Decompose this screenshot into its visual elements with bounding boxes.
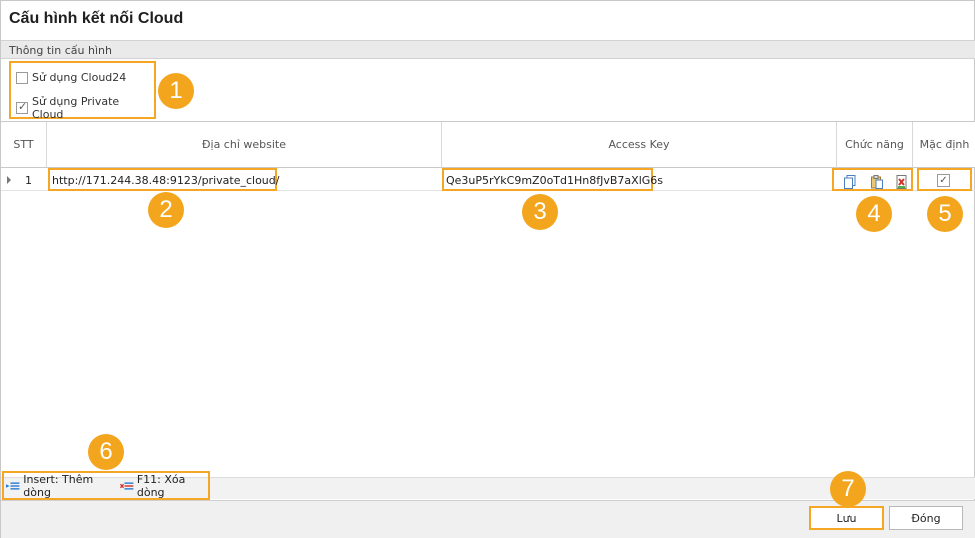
section-header: Thông tin cấu hình xyxy=(1,40,975,59)
callout-badge-3: 3 xyxy=(522,194,558,230)
option-cloud24[interactable]: Sử dụng Cloud24 xyxy=(16,71,126,84)
delete-icon[interactable] xyxy=(896,175,908,189)
insert-row-icon xyxy=(6,481,20,490)
private-cloud-checkbox[interactable] xyxy=(16,100,28,114)
website-input[interactable]: http://171.244.38.48:9123/private_cloud/ xyxy=(52,169,279,191)
cloud24-checkbox[interactable] xyxy=(16,71,28,84)
column-header-access-key[interactable]: Access Key xyxy=(442,122,837,168)
option-cloud24-label: Sử dụng Cloud24 xyxy=(32,71,127,84)
delete-row-button[interactable]: F11: Xóa dòng xyxy=(119,472,208,499)
column-header-website[interactable]: Địa chỉ website xyxy=(47,122,442,168)
save-button[interactable]: Lưu xyxy=(809,506,884,530)
access-key-input[interactable]: Qe3uP5rYkC9mZ0oTd1Hn8fJvB7aXlG6s xyxy=(446,169,663,191)
option-private-cloud[interactable]: Sử dụng Private Cloud xyxy=(16,95,154,121)
default-checkbox[interactable]: ✓ xyxy=(937,174,950,187)
config-window: Cấu hình kết nối Cloud Thông tin cấu hìn… xyxy=(0,0,975,538)
insert-row-button[interactable]: Insert: Thêm dòng xyxy=(6,473,114,499)
callout-badge-6: 6 xyxy=(88,434,124,470)
callout-badge-1: 1 xyxy=(158,73,194,109)
grid-tools-box: Insert: Thêm dòng F11: Xóa dòng xyxy=(2,471,210,500)
column-header-stt[interactable]: STT xyxy=(1,122,47,168)
delete-row-icon xyxy=(119,481,133,490)
callout-badge-7: 7 xyxy=(830,471,866,507)
callout-badge-4: 4 xyxy=(856,196,892,232)
row-indicator-icon xyxy=(7,176,11,184)
insert-row-label: Insert: Thêm dòng xyxy=(23,472,94,499)
column-header-functions[interactable]: Chức năng xyxy=(837,122,913,168)
window-title: Cấu hình kết nối Cloud xyxy=(9,10,184,27)
copy-icon[interactable] xyxy=(844,175,856,189)
delete-row-label: F11: Xóa dòng xyxy=(136,472,186,499)
close-button[interactable]: Đóng xyxy=(889,506,963,530)
column-header-default[interactable]: Mặc định xyxy=(913,122,975,168)
callout-badge-5: 5 xyxy=(927,196,963,232)
callout-badge-2: 2 xyxy=(148,192,184,228)
row-stt: 1 xyxy=(25,173,32,187)
paste-icon[interactable] xyxy=(871,175,883,189)
option-private-cloud-label: Sử dụng Private Cloud xyxy=(31,95,120,121)
cloud-options-box: Sử dụng Cloud24 Sử dụng Private Cloud xyxy=(9,61,156,121)
